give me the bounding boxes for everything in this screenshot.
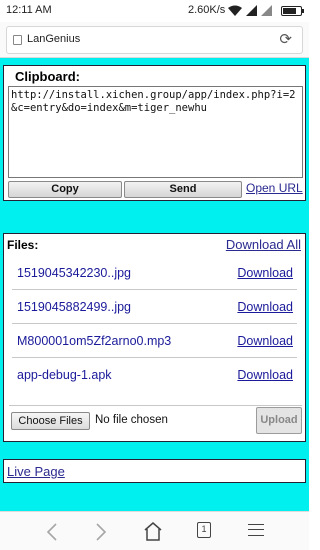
upload-bar: Choose Files No file chosen Upload <box>9 405 302 437</box>
download-link[interactable]: Download <box>237 266 293 280</box>
file-row: 1519045882499..jpg Download <box>12 290 297 324</box>
live-page-link[interactable]: Live Page <box>7 464 65 479</box>
download-link[interactable]: Download <box>237 300 293 314</box>
reload-icon[interactable]: ⟳ <box>279 30 292 48</box>
menu-icon[interactable] <box>248 524 264 536</box>
download-all-link[interactable]: Download All <box>226 237 301 252</box>
url-field[interactable]: LanGenius ⟳ <box>6 26 303 54</box>
open-url-link[interactable]: Open URL <box>246 181 303 195</box>
wifi-icon <box>228 5 242 16</box>
battery-level <box>283 8 296 14</box>
file-status-text: No file chosen <box>95 414 168 426</box>
files-title: Files: <box>7 238 39 252</box>
file-name: app-debug-1.apk <box>17 368 112 382</box>
file-name: 1519045882499..jpg <box>17 300 132 314</box>
choose-files-button[interactable]: Choose Files <box>11 412 90 430</box>
file-row: app-debug-1.apk Download <box>12 358 297 392</box>
download-link[interactable]: Download <box>237 368 293 382</box>
upload-button[interactable]: Upload <box>256 407 302 434</box>
file-name: 1519045342230..jpg <box>17 266 132 280</box>
file-row: M800001om5Zf2arno0.mp3 Download <box>12 324 297 358</box>
file-name: M800001om5Zf2arno0.mp3 <box>17 334 172 348</box>
file-row: 1519045342230..jpg Download <box>12 256 297 290</box>
send-button[interactable]: Send <box>124 181 242 198</box>
browser-address-bar: LanGenius ⟳ <box>0 22 309 58</box>
signal-icon-secondary <box>261 5 272 16</box>
live-page-panel: Live Page <box>3 459 306 483</box>
signal-icon <box>246 5 257 16</box>
page-content: Clipboard: http://install.xichen.group/a… <box>0 58 309 511</box>
site-name: LanGenius <box>27 33 81 45</box>
forward-arrow-icon[interactable] <box>95 523 107 541</box>
back-arrow-icon[interactable] <box>46 523 58 541</box>
browser-nav-bar: 1 <box>0 511 309 550</box>
tabs-button[interactable]: 1 <box>197 522 211 538</box>
files-panel: Files: Download All 1519045342230..jpg D… <box>3 233 306 442</box>
clipboard-textarea[interactable]: http://install.xichen.group/app/index.ph… <box>8 86 303 178</box>
status-bar: 12:11 AM 2.60K/s <box>0 0 309 22</box>
clipboard-title: Clipboard: <box>15 69 80 84</box>
status-time: 12:11 AM <box>6 4 52 16</box>
network-speed: 2.60K/s <box>188 4 226 16</box>
clipboard-panel: Clipboard: http://install.xichen.group/a… <box>3 65 306 201</box>
download-link[interactable]: Download <box>237 334 293 348</box>
home-icon[interactable] <box>143 522 163 541</box>
battery-icon <box>281 6 304 16</box>
page-icon <box>13 35 22 45</box>
copy-button[interactable]: Copy <box>8 181 122 198</box>
